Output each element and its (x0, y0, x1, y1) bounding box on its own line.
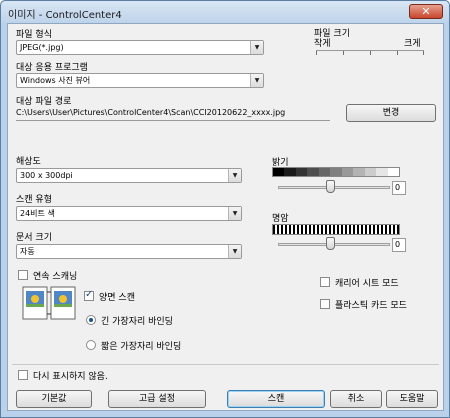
plastic-card-label: 플라스틱 카드 모드 (335, 301, 407, 311)
doc-size-select[interactable]: 자동 ▼ (16, 244, 242, 259)
title-bar: 이미지 - ControlCenter4 ✕ (1, 1, 449, 23)
long-edge-label: 긴 가장자리 바인딩 (101, 317, 173, 327)
scan-button[interactable]: 스캔 (227, 390, 325, 408)
chevron-down-icon: ▼ (250, 74, 263, 87)
dest-path-label: 대상 파일 경로 (16, 97, 72, 107)
chevron-down-icon: ▼ (250, 41, 263, 54)
chevron-down-icon: ▼ (228, 245, 241, 258)
duplex-scan-label: 양면 스캔 (99, 293, 135, 303)
doc-size-label: 문서 크기 (16, 233, 52, 243)
app-window: 이미지 - ControlCenter4 ✕ 파일 형식 JPEG(*.jpg)… (0, 0, 450, 418)
doc-size-value: 자동 (20, 247, 35, 256)
cancel-button[interactable]: 취소 (330, 390, 382, 408)
file-type-value: JPEG(*.jpg) (20, 43, 64, 52)
file-size-min-label: 작게 (314, 39, 331, 49)
duplex-scan-checkbox[interactable] (84, 289, 94, 301)
resolution-value: 300 x 300dpi (20, 171, 73, 180)
contrast-slider-thumb[interactable] (326, 237, 335, 250)
file-size-tick (423, 51, 424, 55)
chevron-down-icon: ▼ (228, 207, 241, 220)
short-edge-radio[interactable] (86, 340, 96, 350)
file-type-select[interactable]: JPEG(*.jpg) ▼ (16, 40, 264, 55)
continuous-scan-label: 연속 스캐닝 (33, 272, 78, 282)
resolution-select[interactable]: 300 x 300dpi ▼ (16, 168, 242, 183)
target-app-select[interactable]: Windows 사진 뷰어 ▼ (16, 73, 264, 88)
continuous-scan-checkbox[interactable] (18, 270, 28, 280)
brightness-value-box[interactable]: 0 (392, 181, 406, 195)
chevron-down-icon: ▼ (228, 169, 241, 182)
target-app-label: 대상 응용 프로그램 (16, 63, 88, 73)
dont-show-label: 다시 표시하지 않음. (33, 372, 108, 382)
short-edge-label: 짧은 가장자리 바인딩 (101, 342, 182, 352)
dont-show-checkbox[interactable] (18, 370, 28, 380)
file-size-tick (370, 51, 371, 55)
brightness-slider-thumb[interactable] (326, 180, 335, 193)
duplex-scan-icon (22, 286, 76, 320)
carrier-sheet-checkbox[interactable] (320, 277, 330, 287)
window-title: 이미지 - ControlCenter4 (8, 10, 122, 21)
scan-type-value: 24비트 색 (20, 209, 55, 218)
change-path-button[interactable]: 변경 (346, 104, 436, 122)
long-edge-radio[interactable] (86, 315, 96, 325)
plastic-card-checkbox[interactable] (320, 299, 330, 309)
resolution-label: 해상도 (16, 157, 41, 167)
file-type-label: 파일 형식 (16, 30, 52, 40)
close-button[interactable]: ✕ (409, 4, 443, 19)
file-size-tick (343, 51, 344, 55)
brightness-gradient-bar (272, 167, 400, 177)
help-button[interactable]: 도움말 (386, 390, 438, 408)
target-app-value: Windows 사진 뷰어 (20, 76, 91, 85)
dest-path-underline (16, 120, 330, 121)
contrast-pattern-bar (272, 224, 400, 235)
contrast-value-box[interactable]: 0 (392, 238, 406, 252)
contrast-label: 명암 (272, 214, 289, 224)
file-size-tick (397, 51, 398, 55)
dest-path-value: C:\Users\User\Pictures\ControlCenter4\Sc… (16, 108, 286, 117)
separator (12, 364, 439, 365)
dialog-body: 파일 형식 JPEG(*.jpg) ▼ 파일 크기 작게 크게 대상 응용 프로… (7, 23, 444, 411)
advanced-settings-button[interactable]: 고급 설정 (108, 390, 206, 408)
file-size-max-label: 크게 (404, 39, 421, 49)
scan-type-label: 스캔 유형 (16, 195, 52, 205)
default-button[interactable]: 기본값 (16, 390, 92, 408)
scan-type-select[interactable]: 24비트 색 ▼ (16, 206, 242, 221)
file-size-tick (316, 51, 317, 55)
carrier-sheet-label: 캐리어 시트 모드 (335, 279, 399, 289)
